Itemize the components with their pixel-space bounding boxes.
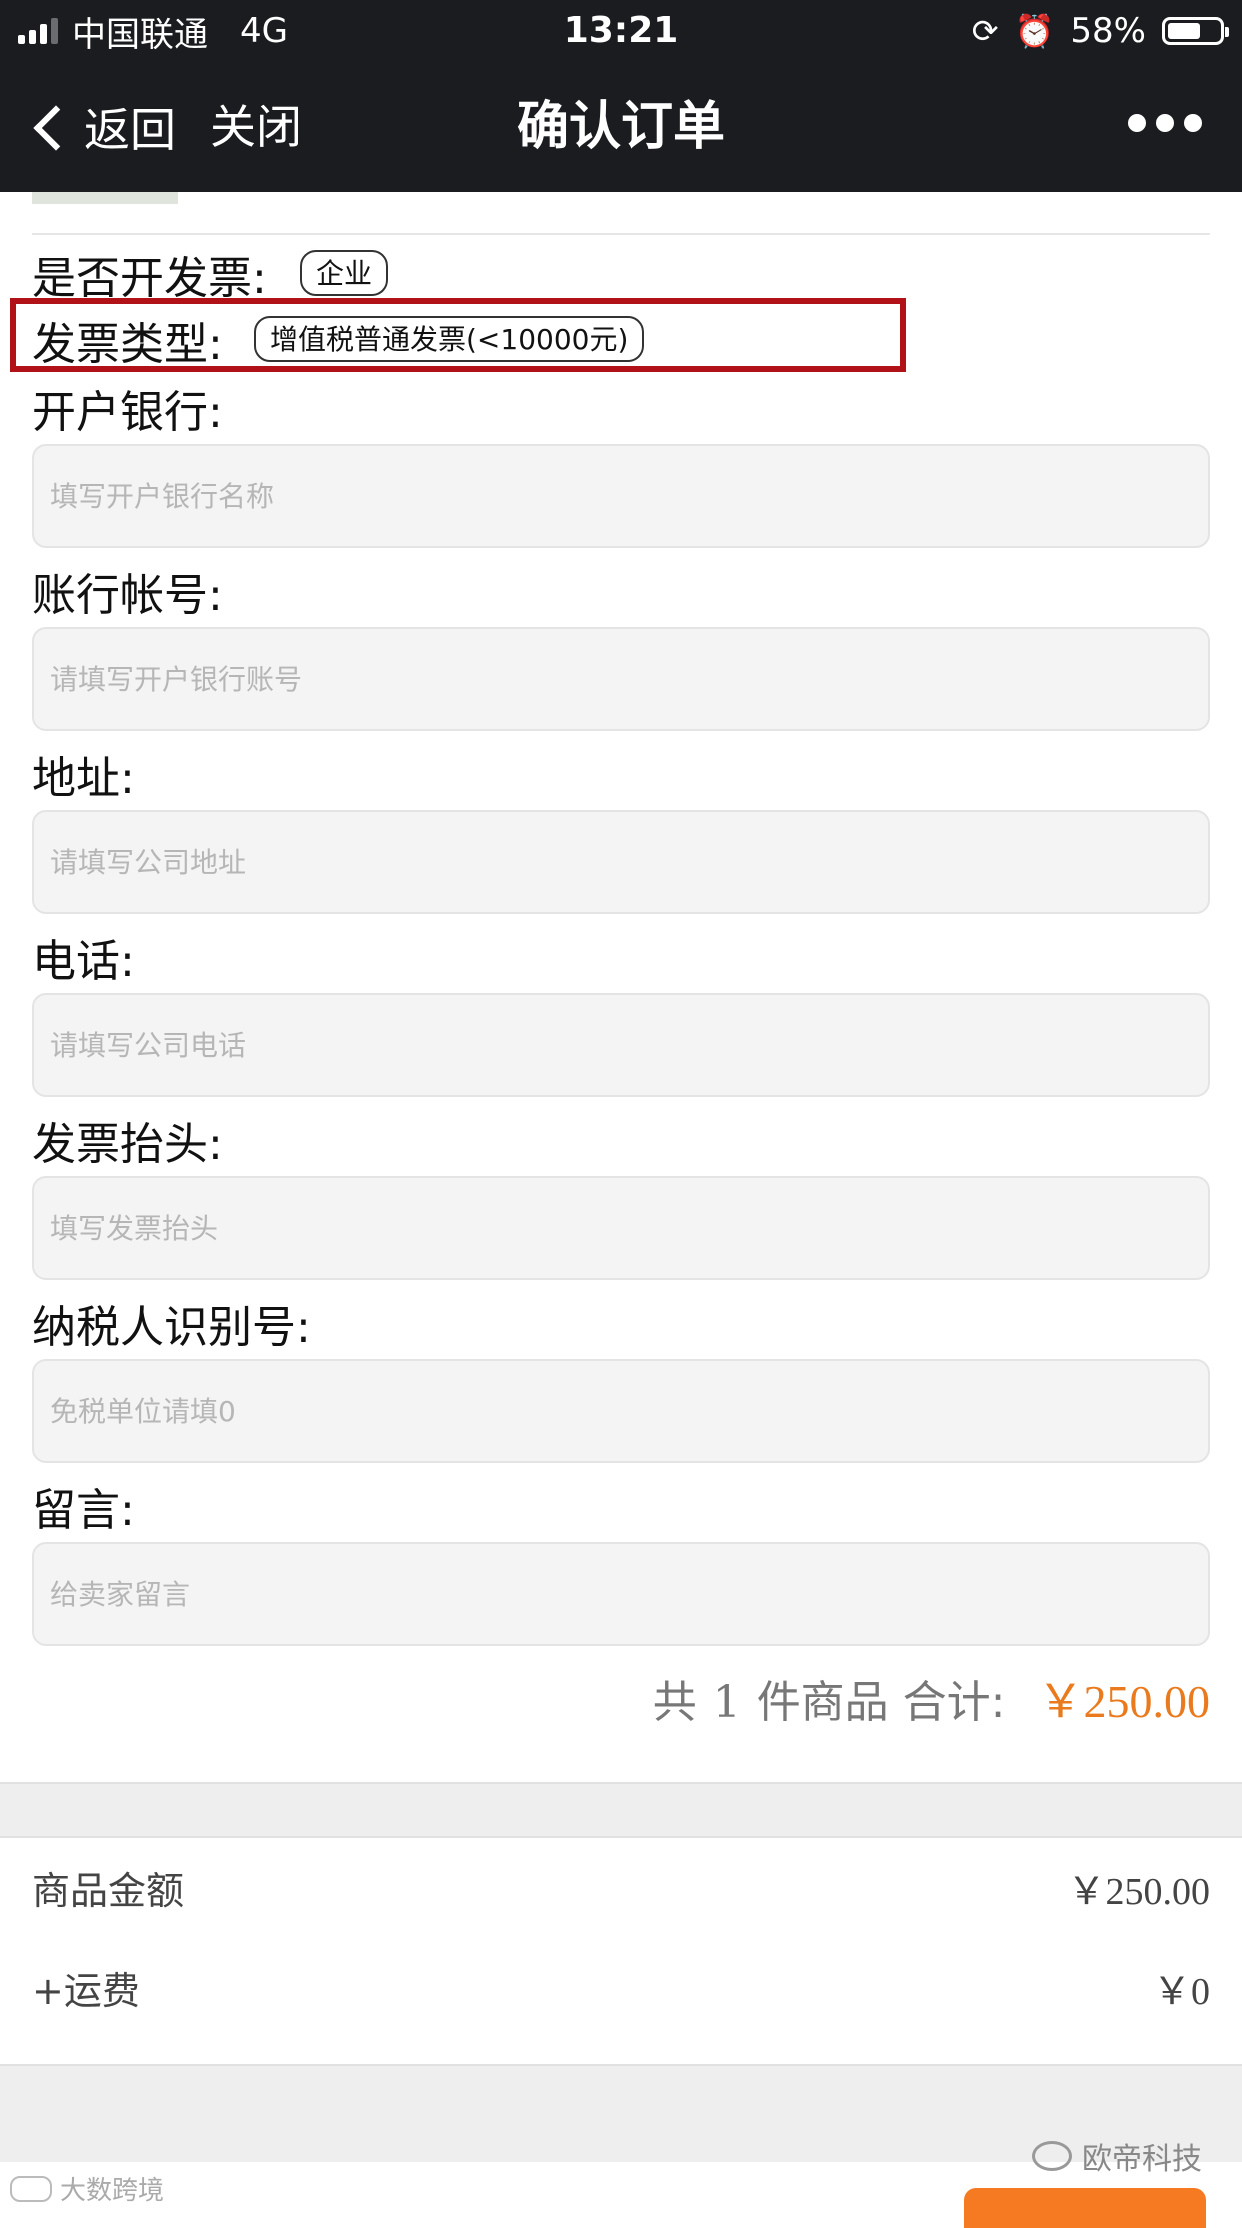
status-bar: 中国联通 4G 13:21 ⟳ ⏰ 58% (0, 0, 1242, 62)
status-right: ⟳ ⏰ 58% (971, 8, 1229, 54)
field-label-invoice-title: 发票抬头: (32, 1119, 223, 1170)
total-suffix: 件商品 合计: (756, 1677, 1006, 1728)
product-thumbnail-edge (32, 192, 178, 204)
field-label-account: 账行帐号: (32, 570, 223, 621)
item-count: 1 (712, 1677, 741, 1728)
goods-amount-label: 商品金额 (32, 1869, 185, 1913)
alarm-icon: ⏰ (1014, 12, 1055, 50)
shipping-label: +运费 (32, 1969, 140, 2013)
rotation-lock-icon: ⟳ (971, 12, 999, 50)
address-input[interactable] (32, 810, 1210, 914)
bank-name-input[interactable] (32, 444, 1210, 548)
wechat-icon (1032, 2141, 1072, 2171)
tax-id-input[interactable] (32, 1359, 1210, 1463)
battery-percent: 58% (1070, 11, 1146, 51)
logo-icon (10, 2175, 52, 2202)
field-label-message: 留言: (32, 1485, 135, 1536)
goods-amount-value: ￥250.00 (1067, 1871, 1210, 1913)
invoice-type-option[interactable]: 增值税普通发票(<10000元) (254, 316, 645, 362)
order-total-line: 共 1 件商品 合计: ￥250.00 (653, 1665, 1210, 1731)
page-title: 确认订单 (516, 97, 725, 157)
shipping-value: ￥0 (1152, 1971, 1210, 2013)
invoice-option-enterprise[interactable]: 企业 (300, 250, 389, 296)
more-dots-icon[interactable] (1128, 114, 1202, 132)
section-divider (0, 1836, 1242, 1838)
field-label-tax-id: 纳税人识别号: (32, 1302, 311, 1353)
invoice-type-label: 发票类型: (32, 319, 223, 370)
need-invoice-label: 是否开发票: (32, 253, 267, 304)
section-gap (0, 1784, 1242, 1836)
invoice-title-input[interactable] (32, 1176, 1210, 1280)
field-label-phone: 电话: (32, 936, 135, 987)
watermark-right: 欧帝科技 (1032, 2134, 1202, 2178)
total-prefix: 共 (652, 1677, 697, 1728)
field-label-address: 地址: (32, 753, 135, 804)
field-label-bank: 开户银行: (32, 387, 223, 438)
divider (32, 233, 1210, 235)
message-input[interactable] (32, 1542, 1210, 1646)
bank-account-input[interactable] (32, 627, 1210, 731)
nav-bar: 返回 关闭 确认订单 (0, 62, 1242, 192)
watermark-left: 大数跨境 (10, 2170, 164, 2207)
watermark-left-text: 大数跨境 (60, 2176, 165, 2206)
total-amount: ￥250.00 (1037, 1676, 1211, 1727)
battery-icon (1162, 17, 1229, 45)
watermark-right-text: 欧帝科技 (1082, 2142, 1202, 2177)
submit-order-button[interactable] (964, 2188, 1206, 2228)
phone-input[interactable] (32, 993, 1210, 1097)
